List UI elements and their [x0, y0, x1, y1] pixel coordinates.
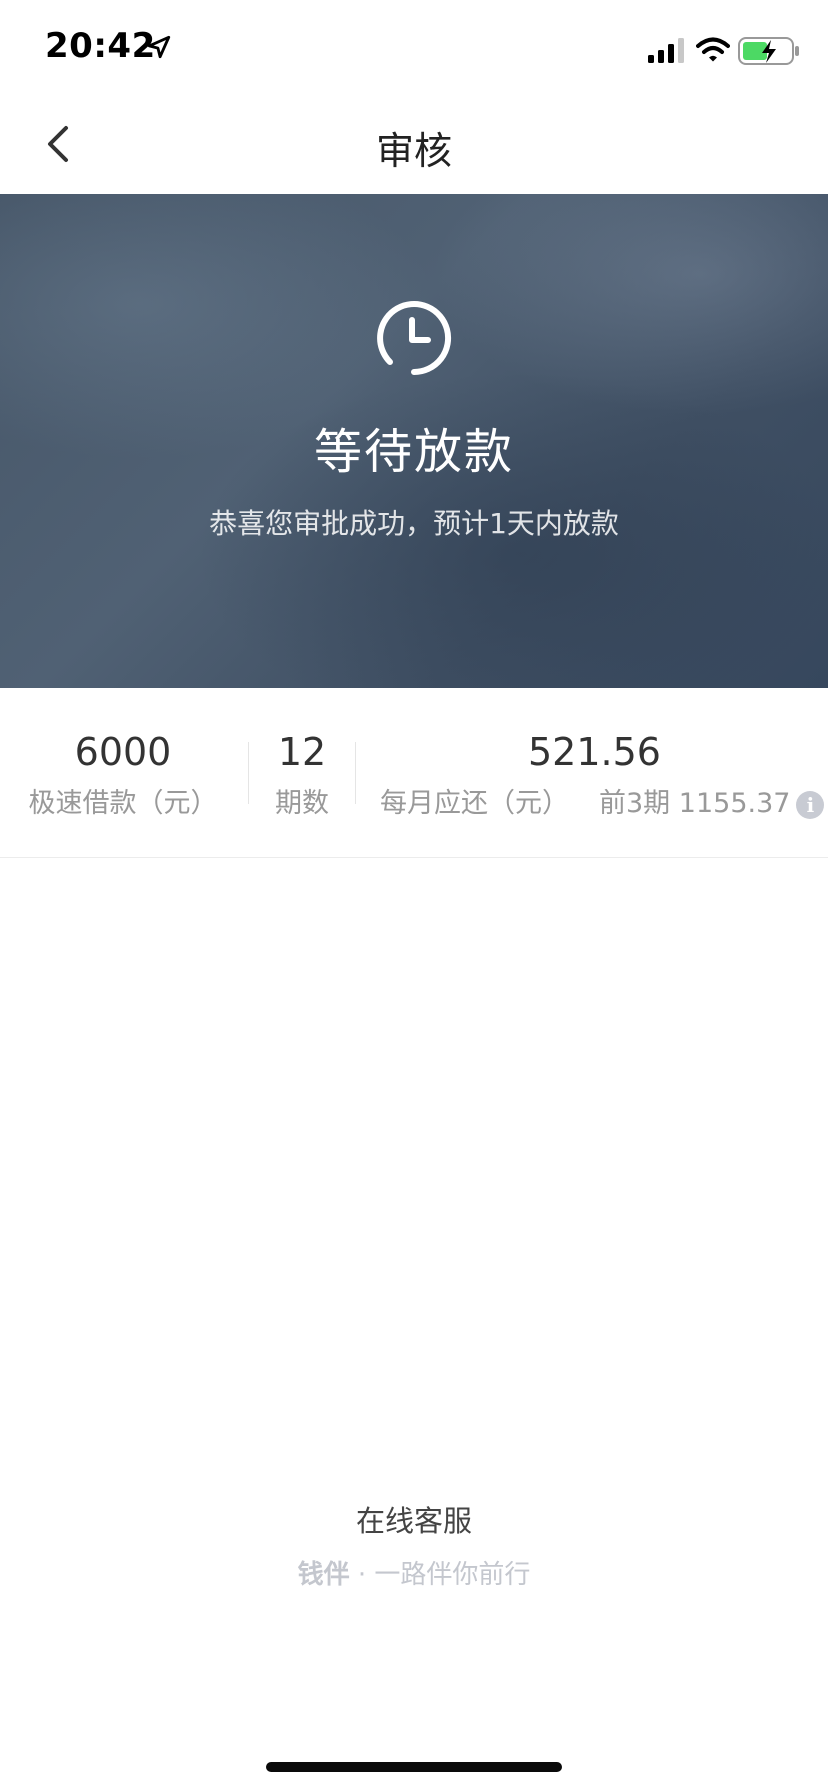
divider [0, 857, 828, 858]
loan-amount-label: 极速借款（元） [28, 788, 218, 819]
cellular-signal-icon [648, 38, 684, 63]
status-description: 恭喜您审批成功，预计1天内放款 [209, 507, 619, 540]
status-time: 20:42 [45, 26, 156, 66]
loan-periods-label: 期数 [275, 788, 329, 819]
monthly-payment: 521.56 每月应还（元） 前3期 1155.37 i [358, 730, 828, 820]
slogan-text: · 一路伴你前行 [357, 1560, 531, 1590]
status-banner: 等待放款 恭喜您审批成功，预计1天内放款 [0, 194, 828, 688]
loan-amount-value: 6000 [74, 730, 172, 774]
loan-summary: 6000 极速借款（元） 12 期数 521.56 每月应还（元） 前3期 115… [0, 688, 828, 858]
status-title: 等待放款 [313, 424, 514, 480]
loan-periods: 12 期数 [250, 730, 354, 820]
page-title: 审核 [375, 129, 452, 173]
first-periods-value: 1155.37 [678, 788, 791, 819]
screen: 20:42 审核 等待放款 恭喜您审批成功，预计1天内放款 6000 极速借款（… [0, 0, 828, 1792]
first-periods-label: 前3期 [599, 788, 671, 819]
battery-charging-icon [738, 37, 799, 65]
divider [248, 742, 249, 804]
monthly-payment-label: 每月应还（元） [380, 788, 569, 819]
loan-periods-value: 12 [277, 730, 327, 774]
brand-logo: 钱伴 [297, 1560, 350, 1590]
monthly-payment-value: 521.56 [528, 730, 661, 774]
clock-icon [377, 301, 452, 375]
nav-bar: 审核 [0, 96, 828, 194]
brand-slogan: 钱伴 · 一路伴你前行 [0, 1554, 828, 1591]
online-support-link[interactable]: 在线客服 [0, 1498, 828, 1540]
divider [355, 742, 356, 804]
info-icon[interactable]: i [796, 790, 825, 819]
loan-amount: 6000 极速借款（元） [0, 730, 246, 820]
home-indicator[interactable] [266, 1762, 562, 1772]
status-bar: 20:42 [0, 0, 828, 96]
location-arrow-icon [147, 35, 171, 59]
wifi-icon [696, 37, 730, 62]
monthly-payment-label-row: 每月应还（元） 前3期 1155.37 i [358, 788, 828, 820]
